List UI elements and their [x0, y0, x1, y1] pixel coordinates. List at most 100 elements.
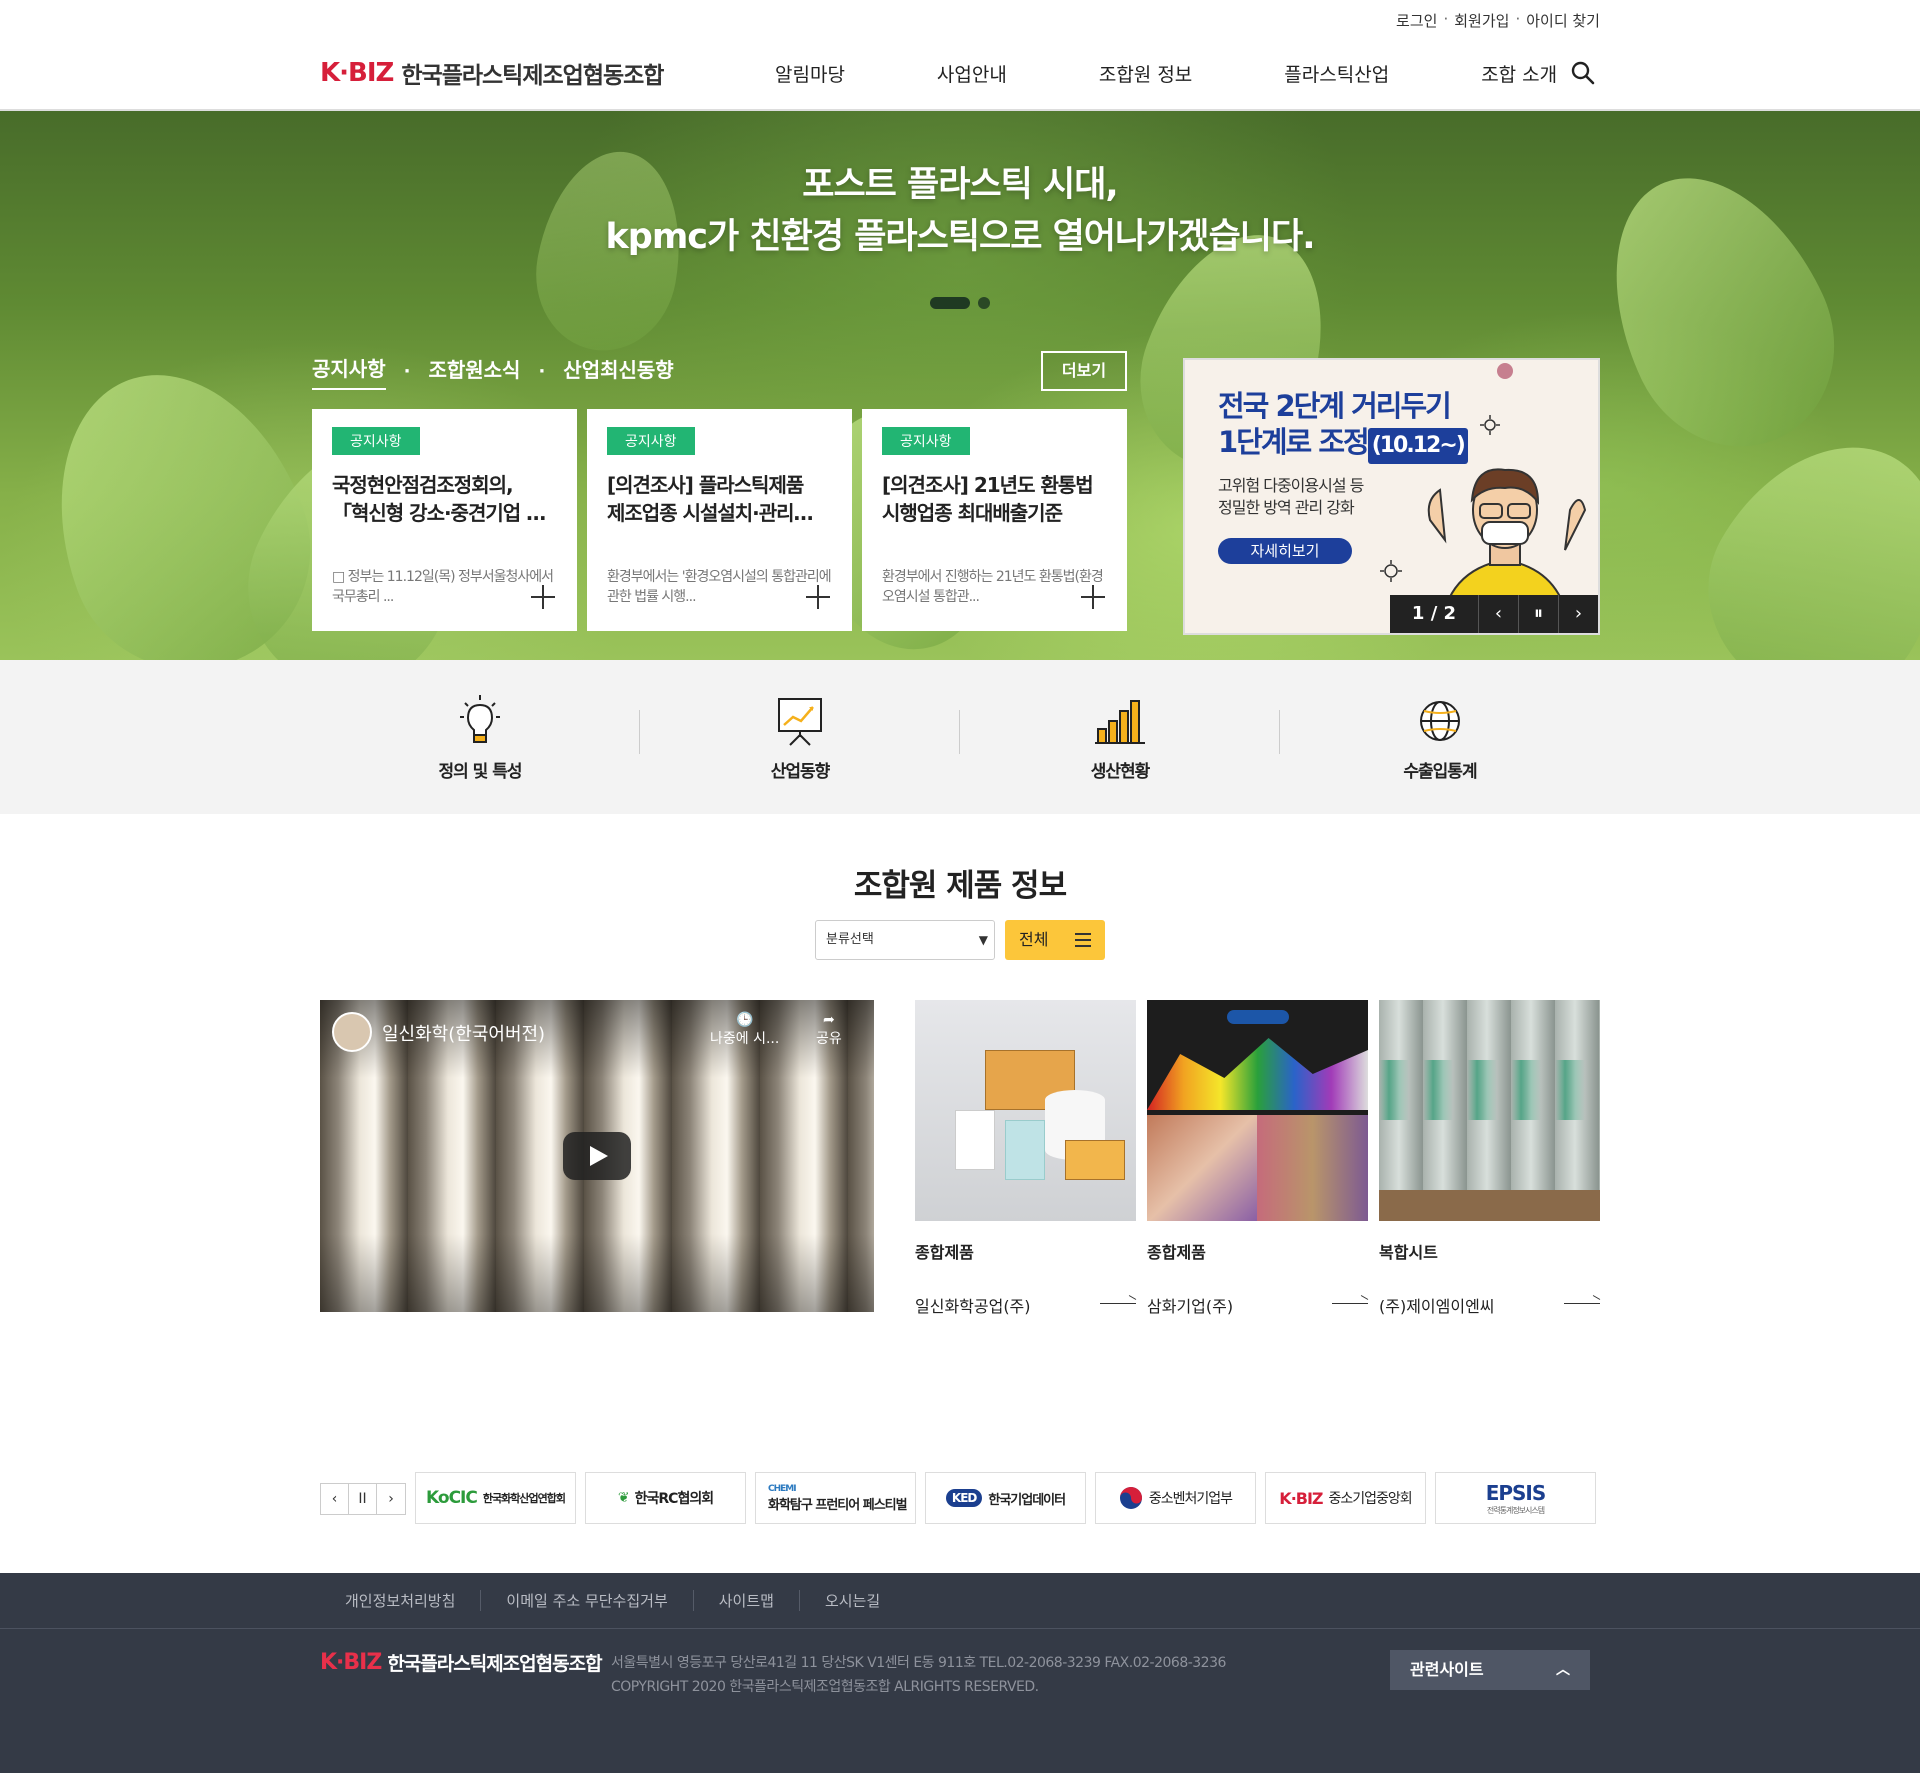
- product-card[interactable]: 종합제품 삼화기업(주): [1147, 1000, 1368, 1317]
- product-category: 종합제품: [915, 1243, 974, 1262]
- product-company-name: 일신화학공업(주): [915, 1297, 1031, 1316]
- directions-link[interactable]: 오시는길: [798, 1590, 905, 1611]
- nav-member-info[interactable]: 조합원 정보: [1099, 60, 1192, 87]
- nav-notice[interactable]: 알림마당: [775, 60, 845, 87]
- category-select[interactable]: 분류선택 ▼: [815, 920, 995, 960]
- next-icon[interactable]: ›: [1558, 595, 1598, 633]
- partner-mark: K·BIZ: [1279, 1488, 1323, 1508]
- covid-banner[interactable]: 전국 2단계 거리두기 1단계로 조정 (10.12~) 고위험 다중이용시설 등…: [1183, 358, 1600, 635]
- video-title[interactable]: 일신화학(한국어버전): [382, 1020, 545, 1046]
- email-refuse-link[interactable]: 이메일 주소 무단수집거부: [480, 1590, 692, 1611]
- prev-icon[interactable]: ‹: [321, 1484, 349, 1514]
- tab-member-news[interactable]: 조합원소식: [428, 354, 520, 389]
- partner-mark: KED: [945, 1489, 983, 1507]
- join-link[interactable]: 회원가입: [1454, 10, 1509, 31]
- channel-avatar[interactable]: [332, 1012, 372, 1052]
- site-logo[interactable]: K·BIZ 한국플라스틱제조업협동조합: [320, 56, 664, 90]
- notice-card[interactable]: 공지사항 [의견조사] 플라스틱제품 제조업종 시설설치·관리… 환경부에서는 …: [587, 409, 852, 631]
- plus-icon[interactable]: [1081, 585, 1105, 609]
- plus-icon[interactable]: [806, 585, 830, 609]
- more-button[interactable]: 더보기: [1041, 351, 1127, 391]
- banner-detail-button[interactable]: 자세히보기: [1218, 538, 1352, 564]
- product-company[interactable]: 삼화기업(주): [1147, 1293, 1368, 1317]
- banner-title-line: 1단계로 조정: [1218, 425, 1370, 459]
- hero-section: 포스트 플라스틱 시대, kpmc가 친환경 플라스틱으로 열어나가겠습니다. …: [0, 111, 1920, 660]
- play-icon[interactable]: [563, 1132, 631, 1180]
- share-button[interactable]: ➦ 공유: [816, 1012, 842, 1048]
- quick-label: 산업동향: [770, 762, 831, 782]
- footer-copyright: COPYRIGHT 2020 한국플라스틱제조업협동조합 ALRIGHTS RE…: [611, 1679, 1039, 1695]
- partner-name: 중소벤처기업부: [1148, 1491, 1233, 1507]
- banner-counter: 1 / 2: [1390, 595, 1478, 633]
- quick-industry-trend[interactable]: 산업동향: [720, 695, 880, 782]
- privacy-link[interactable]: 개인정보처리방침: [345, 1590, 480, 1611]
- quick-production[interactable]: 생산현황: [1040, 695, 1200, 782]
- product-card[interactable]: 종합제품 일신화학공업(주): [915, 1000, 1136, 1317]
- product-image[interactable]: [915, 1000, 1136, 1221]
- notice-title-line: [의견조사] 플라스틱제품: [607, 473, 804, 497]
- partner-logo[interactable]: ❦ 한국RC협의회: [585, 1472, 746, 1524]
- partner-logo[interactable]: KoCIC 한국화학산업연합회: [415, 1472, 576, 1524]
- pause-icon[interactable]: II: [349, 1484, 377, 1514]
- bar-chart-icon: [1095, 700, 1145, 744]
- notice-title: [의견조사] 플라스틱제품 제조업종 시설설치·관리…: [607, 471, 832, 527]
- notice-card[interactable]: 공지사항 국정현안점검조정회의, 「혁신형 강소·중견기업 … □ 정부는 11…: [312, 409, 577, 631]
- sitemap-link[interactable]: 사이트맵: [692, 1590, 799, 1611]
- color-pellets: [1147, 1038, 1368, 1110]
- related-sites-label: 관련사이트: [1410, 1660, 1484, 1679]
- partner-logo[interactable]: K·BIZ 중소기업중앙회: [1265, 1472, 1426, 1524]
- watch-later-button[interactable]: 🕒 나중에 시...: [710, 1012, 779, 1048]
- find-id-link[interactable]: 아이디 찾기: [1526, 10, 1600, 31]
- quick-definition[interactable]: 정의 및 특성: [400, 695, 560, 782]
- partner-logo[interactable]: 중소벤처기업부: [1095, 1472, 1256, 1524]
- nav-plastic-industry[interactable]: 플라스틱산업: [1284, 60, 1389, 87]
- taegeuk-icon: [1119, 1487, 1142, 1509]
- product-image[interactable]: [1147, 1000, 1368, 1221]
- watch-later-label: 나중에 시...: [710, 1031, 780, 1047]
- partner-name: 한국RC협의회: [634, 1491, 714, 1507]
- nav-about[interactable]: 조합 소개: [1481, 60, 1557, 87]
- prev-icon[interactable]: ‹: [1478, 595, 1518, 633]
- pause-icon[interactable]: ⏸: [1518, 595, 1558, 633]
- product-company[interactable]: 일신화학공업(주): [915, 1293, 1136, 1317]
- related-sites-select[interactable]: 관련사이트 ︿: [1390, 1650, 1590, 1690]
- all-button[interactable]: 전체: [1005, 920, 1105, 960]
- product-company-name: 삼화기업(주): [1147, 1297, 1234, 1316]
- tab-notice[interactable]: 공지사항: [312, 353, 386, 390]
- product-box: [1065, 1140, 1125, 1180]
- tab-separator: ·: [403, 361, 411, 382]
- product-card[interactable]: 복합시트 (주)제이엠이엔씨: [1379, 1000, 1600, 1317]
- notice-badge: 공지사항: [607, 427, 695, 455]
- clock-icon: 🕒: [735, 1012, 754, 1028]
- hero-dot[interactable]: [978, 297, 990, 309]
- quick-label: 수출입통계: [1403, 762, 1477, 782]
- kbiz-logo-mark: K·BIZ: [320, 1650, 382, 1675]
- tab-separator: ·: [538, 361, 546, 382]
- partner-name: 한국화학산업연합회: [482, 1492, 566, 1505]
- video-player[interactable]: 일신화학(한국어버전) 🕒 나중에 시... ➦ 공유: [320, 1000, 874, 1312]
- next-icon[interactable]: ›: [377, 1484, 405, 1514]
- tab-industry-trends[interactable]: 산업최신동향: [563, 354, 673, 389]
- notice-title-line: 국정현안점검조정회의,: [332, 473, 514, 497]
- nav-business[interactable]: 사업안내: [937, 60, 1007, 87]
- notice-title-line: [의견조사] 21년도 환통법: [882, 473, 1094, 497]
- pallet: [1379, 1190, 1600, 1221]
- footer-links: 개인정보처리방침 이메일 주소 무단수집거부 사이트맵 오시는길: [345, 1590, 905, 1611]
- globe-icon: [1420, 701, 1460, 741]
- partner-logo[interactable]: EPSIS 전력통계정보시스템: [1435, 1472, 1596, 1524]
- login-link[interactable]: 로그인: [1396, 10, 1437, 31]
- search-icon[interactable]: [1570, 60, 1596, 86]
- notice-card[interactable]: 공지사항 [의견조사] 21년도 환통법 시행업종 최대배출기준 환경부에서 진…: [862, 409, 1127, 631]
- category-select-value: 분류선택: [826, 932, 874, 947]
- hero-dot-active[interactable]: [930, 297, 970, 309]
- product-image[interactable]: [1379, 1000, 1600, 1221]
- quick-trade-stats[interactable]: 수출입통계: [1360, 695, 1520, 782]
- util-links: 로그인 · 회원가입 · 아이디 찾기: [1396, 10, 1600, 31]
- virus-icon: [1380, 560, 1402, 582]
- partner-logo[interactable]: CHEMI 화학탐구 프런티어 페스티벌: [755, 1472, 916, 1524]
- partner-logo[interactable]: KED 한국기업데이터: [925, 1472, 1086, 1524]
- footer-info: 서울특별시 영등포구 당산로41길 11 당산SK V1센터 E동 911호 T…: [611, 1651, 1226, 1699]
- product-company[interactable]: (주)제이엠이엔씨: [1379, 1293, 1600, 1317]
- plus-icon[interactable]: [531, 585, 555, 609]
- logo-name: 한국플라스틱제조업협동조합: [401, 63, 664, 89]
